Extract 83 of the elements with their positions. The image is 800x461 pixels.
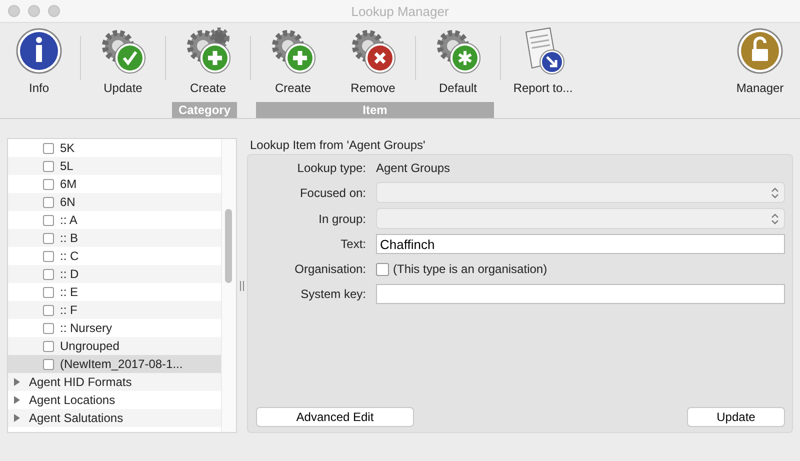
field-label: In group:: [318, 212, 366, 226]
tree-row[interactable]: Agent Locations: [8, 391, 221, 409]
tree-row[interactable]: (NewItem_2017-08-1...: [8, 355, 221, 373]
tree-item-label: :: B: [60, 231, 78, 245]
tree-item-label: 6M: [60, 177, 77, 191]
tree-item-label: :: Nursery: [60, 321, 112, 335]
tree-item-label: :: F: [60, 303, 78, 317]
checkbox[interactable]: [43, 178, 54, 190]
checkbox[interactable]: [43, 268, 54, 280]
tree-row[interactable]: :: B: [8, 229, 221, 247]
text-field[interactable]: [376, 284, 785, 304]
field-label: Text:: [340, 237, 366, 251]
checkbox[interactable]: [43, 142, 54, 154]
padlock-icon: [735, 26, 785, 76]
toolbar-group-label: Item: [256, 102, 494, 118]
disclosure-triangle-icon[interactable]: [13, 414, 21, 422]
field-value: Agent Groups: [376, 160, 452, 177]
toolbar-button[interactable]: Create: [253, 26, 333, 95]
window-title: Lookup Manager: [351, 4, 449, 18]
toolbar-button[interactable]: Report to...: [503, 26, 583, 95]
tree-row[interactable]: :: E: [8, 283, 221, 301]
checkbox[interactable]: [43, 250, 54, 262]
tree-row[interactable]: :: A: [8, 211, 221, 229]
zoom-button[interactable]: [48, 5, 60, 17]
push-button[interactable]: Update: [687, 407, 785, 427]
checkbox[interactable]: [376, 262, 389, 276]
text-field[interactable]: Chaffinch: [376, 234, 785, 254]
checkbox[interactable]: [43, 286, 54, 298]
tree-category-label: Agent Salutations: [29, 411, 124, 425]
checkbox[interactable]: [43, 160, 54, 172]
field-label: Focused on:: [298, 186, 366, 200]
tree-row[interactable]: :: D: [8, 265, 221, 283]
checkbox[interactable]: [43, 232, 54, 244]
toolbar-button[interactable]: Create: [168, 26, 248, 95]
tree-row[interactable]: Agent Salutations: [8, 409, 221, 427]
checkbox[interactable]: [43, 358, 54, 370]
checkbox[interactable]: [43, 322, 54, 334]
tree-row[interactable]: Agent HID Formats: [8, 373, 221, 391]
tree-item-label: 5K: [60, 141, 75, 155]
tree-row[interactable]: 6M: [8, 175, 221, 193]
close-button[interactable]: [8, 5, 20, 17]
tree-item-label: 6N: [60, 195, 76, 209]
tree-category-label: Agent Locations: [29, 393, 116, 407]
disclosure-triangle-icon[interactable]: [13, 396, 21, 404]
checkbox[interactable]: [43, 304, 54, 316]
checkbox[interactable]: [43, 196, 54, 208]
toolbar-button[interactable]: Manager: [720, 26, 800, 95]
tree-category-label: Agent HID Formats: [29, 375, 132, 389]
tree-item-label: :: C: [60, 249, 79, 263]
tree-item-label: :: D: [60, 267, 79, 281]
tree-row[interactable]: 5K: [8, 139, 221, 157]
tree-item-label: (NewItem_2017-08-1...: [60, 357, 183, 371]
updown-arrows-icon: [771, 186, 779, 198]
tree-row[interactable]: 6N: [8, 193, 221, 211]
tree-item-label: Ungrouped: [60, 339, 120, 353]
toolbar-button[interactable]: Remove: [333, 26, 413, 95]
checkbox-label: (This type is an organisation): [393, 262, 548, 276]
minimize-button[interactable]: [28, 5, 40, 17]
field-label: System key:: [300, 287, 366, 301]
section-title: Lookup Item from 'Agent Groups': [249, 138, 426, 154]
tree-item-label: :: E: [60, 285, 78, 299]
checkbox[interactable]: [43, 214, 54, 226]
tree-row[interactable]: 5L: [8, 157, 221, 175]
tree-row[interactable]: :: F: [8, 301, 221, 319]
info-icon: [14, 26, 64, 76]
scroll-thumb[interactable]: [225, 209, 232, 283]
tree-item-label: 5L: [60, 159, 74, 173]
tree-row[interactable]: Ungrouped: [8, 337, 221, 355]
field-label: Lookup type:: [296, 161, 366, 175]
checkbox[interactable]: [43, 340, 54, 352]
toolbar-button[interactable]: Update: [83, 26, 163, 95]
toolbar-button[interactable]: Default: [418, 26, 498, 95]
tree-row[interactable]: :: Nursery: [8, 319, 221, 337]
tree-row[interactable]: :: C: [8, 247, 221, 265]
toolbar-button[interactable]: Info: [0, 26, 78, 95]
updown-arrows-icon: [771, 212, 779, 224]
field-label: Organisation:: [294, 262, 366, 276]
tree-item-label: :: A: [60, 213, 78, 227]
push-button[interactable]: Advanced Edit: [256, 407, 414, 427]
splitter-handle-icon[interactable]: [240, 280, 244, 290]
scrollbar[interactable]: [221, 139, 236, 432]
toolbar-group-label: Category: [172, 102, 237, 118]
disclosure-triangle-icon[interactable]: [13, 378, 21, 386]
